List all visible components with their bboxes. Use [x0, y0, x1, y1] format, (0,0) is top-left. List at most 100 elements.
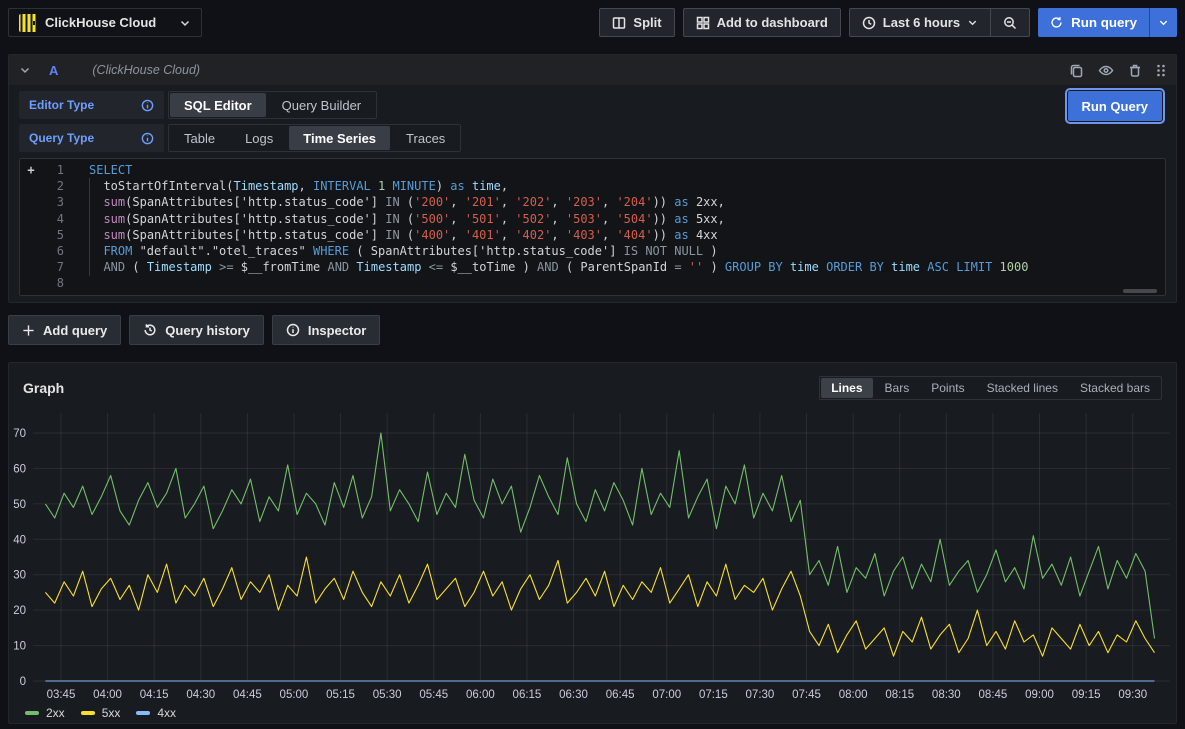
- x-tick-label: 08:00: [839, 689, 868, 701]
- legend-swatch: [136, 711, 150, 715]
- query-history-button[interactable]: Query history: [129, 315, 264, 345]
- y-tick-label: 70: [13, 428, 26, 440]
- run-query-button[interactable]: Run query: [1038, 8, 1150, 37]
- query-ref-id: A: [49, 63, 58, 78]
- query-type-label: Query Type: [19, 124, 164, 152]
- x-tick-label: 07:45: [792, 689, 821, 701]
- code-line[interactable]: 2 toStartOfInterval(Timestamp, INTERVAL …: [20, 178, 1165, 194]
- query-actions-row: Add query Query history Inspector: [8, 315, 1177, 345]
- legend-item-2xx[interactable]: 2xx: [25, 706, 65, 720]
- x-tick-label: 04:00: [93, 689, 122, 701]
- split-pane-icon: [612, 16, 626, 30]
- x-tick-label: 03:45: [47, 689, 76, 701]
- code-line[interactable]: 8: [20, 275, 1165, 291]
- x-tick-label: 08:45: [979, 689, 1008, 701]
- remove-query-trash-icon[interactable]: [1128, 63, 1142, 78]
- query-type-group: Table Logs Time Series Traces: [168, 124, 461, 152]
- inspector-button[interactable]: Inspector: [272, 315, 381, 345]
- mode-bars[interactable]: Bars: [875, 378, 920, 398]
- info-icon: [286, 323, 300, 337]
- query-type-logs[interactable]: Logs: [231, 126, 287, 150]
- code-line[interactable]: +1SELECT: [20, 162, 1165, 178]
- query-datasource-hint: (ClickHouse Cloud): [92, 63, 200, 77]
- query-type-row: Query Type Table Logs Time Series Traces: [19, 124, 1166, 152]
- editor-type-group: SQL Editor Query Builder: [168, 91, 377, 119]
- collapse-chevron-icon[interactable]: [19, 64, 31, 76]
- y-tick-label: 30: [13, 570, 26, 582]
- query-type-time-series[interactable]: Time Series: [289, 126, 390, 150]
- add-to-dashboard-button[interactable]: Add to dashboard: [683, 8, 841, 37]
- series-2xx[interactable]: [45, 433, 1154, 639]
- chevron-down-icon: [1158, 17, 1169, 28]
- time-range-button[interactable]: Last 6 hours: [849, 8, 990, 37]
- x-tick-label: 07:30: [746, 689, 775, 701]
- info-icon[interactable]: [141, 132, 154, 145]
- x-tick-label: 05:30: [373, 689, 402, 701]
- mode-stacked-bars[interactable]: Stacked bars: [1070, 378, 1160, 398]
- legend-item-5xx[interactable]: 5xx: [81, 706, 121, 720]
- x-tick-label: 09:15: [1072, 689, 1101, 701]
- editor-type-row: Editor Type SQL Editor Query Builder Run…: [19, 91, 1166, 119]
- horizontal-scrollbar[interactable]: [1123, 289, 1157, 293]
- run-query-caret-button[interactable]: [1150, 8, 1177, 37]
- x-tick-label: 08:30: [932, 689, 961, 701]
- query-type-table[interactable]: Table: [170, 126, 229, 150]
- time-series-chart[interactable]: 03:45 04:00 04:15 04:30 04:45 05:00 05:15 05:30…: [9, 403, 1176, 703]
- y-tick-label: 20: [13, 605, 26, 617]
- add-query-button[interactable]: Add query: [8, 315, 121, 345]
- mode-stacked-lines[interactable]: Stacked lines: [977, 378, 1068, 398]
- dashboard-grid-icon: [696, 16, 710, 30]
- duplicate-query-icon[interactable]: [1069, 63, 1084, 78]
- x-tick-label: 08:15: [885, 689, 914, 701]
- x-tick-label: 09:00: [1025, 689, 1054, 701]
- y-tick-label: 40: [13, 534, 26, 546]
- y-tick-label: 50: [13, 499, 26, 511]
- split-button[interactable]: Split: [599, 8, 674, 37]
- x-tick-label: 09:30: [1118, 689, 1147, 701]
- x-tick-label: 04:30: [186, 689, 215, 701]
- clickhouse-logo-icon: [19, 14, 37, 32]
- query-type-traces[interactable]: Traces: [392, 126, 459, 150]
- clock-icon: [862, 16, 876, 30]
- drag-handle-icon[interactable]: [1156, 63, 1166, 78]
- legend-item-4xx[interactable]: 4xx: [136, 706, 176, 720]
- datasource-name: ClickHouse Cloud: [45, 15, 171, 30]
- hide-response-eye-icon[interactable]: [1098, 63, 1114, 78]
- zoom-out-icon: [1003, 16, 1017, 30]
- x-tick-label: 06:45: [606, 689, 635, 701]
- x-tick-label: 05:45: [419, 689, 448, 701]
- run-query-split-button: Run query: [1038, 8, 1177, 37]
- x-tick-label: 05:15: [326, 689, 355, 701]
- code-line[interactable]: 6 FROM "default"."otel_traces" WHERE ( S…: [20, 243, 1165, 259]
- code-line[interactable]: 7 AND ( Timestamp >= $__fromTime AND Tim…: [20, 259, 1165, 275]
- x-tick-label: 04:15: [140, 689, 169, 701]
- mode-lines[interactable]: Lines: [821, 378, 872, 398]
- zoom-out-button[interactable]: [990, 8, 1030, 37]
- graph-panel: Graph Lines Bars Points Stacked lines St…: [8, 362, 1177, 724]
- x-tick-label: 06:15: [513, 689, 542, 701]
- x-tick-label: 04:45: [233, 689, 262, 701]
- sql-code-editor[interactable]: +1SELECT2 toStartOfInterval(Timestamp, I…: [19, 158, 1166, 296]
- code-line[interactable]: 5 sum(SpanAttributes['http.status_code']…: [20, 227, 1165, 243]
- graph-mode-group: Lines Bars Points Stacked lines Stacked …: [819, 376, 1162, 400]
- indent-guide: [89, 178, 90, 276]
- chevron-down-icon: [179, 17, 191, 29]
- editor-type-sql-editor[interactable]: SQL Editor: [170, 93, 266, 117]
- code-line[interactable]: 3 sum(SpanAttributes['http.status_code']…: [20, 194, 1165, 210]
- legend-swatch: [81, 711, 95, 715]
- x-tick-label: 06:00: [466, 689, 495, 701]
- mode-points[interactable]: Points: [921, 378, 974, 398]
- editor-type-query-builder[interactable]: Query Builder: [268, 93, 375, 117]
- y-tick-label: 0: [20, 676, 26, 688]
- x-tick-label: 05:00: [280, 689, 309, 701]
- x-tick-label: 07:00: [652, 689, 681, 701]
- editor-type-label: Editor Type: [19, 91, 164, 119]
- datasource-picker[interactable]: ClickHouse Cloud: [8, 8, 202, 37]
- run-query-editor-button[interactable]: Run Query: [1068, 91, 1162, 121]
- code-line[interactable]: 4 sum(SpanAttributes['http.status_code']…: [20, 211, 1165, 227]
- explore-toolbar: ClickHouse Cloud Split Add to dashboard …: [0, 0, 1185, 44]
- query-row-header[interactable]: A (ClickHouse Cloud): [9, 55, 1176, 85]
- info-icon[interactable]: [141, 99, 154, 112]
- graph-panel-title: Graph: [23, 380, 64, 396]
- chevron-down-icon: [967, 17, 978, 28]
